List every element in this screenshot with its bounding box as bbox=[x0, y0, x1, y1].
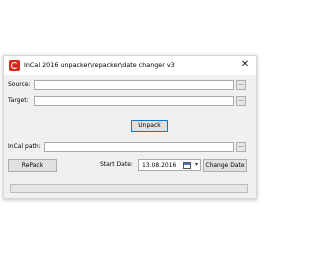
unpack-button[interactable]: Unpack bbox=[131, 120, 168, 132]
incal-path-label: InCal path: bbox=[8, 143, 41, 150]
window-title: InCal 2016 unpacker\repacker\date change… bbox=[24, 61, 175, 69]
source-input[interactable] bbox=[34, 80, 234, 90]
chevron-down-icon[interactable]: ▾ bbox=[195, 161, 198, 168]
incal-path-browse-button[interactable]: ... bbox=[236, 142, 246, 152]
progress-bar bbox=[10, 184, 248, 193]
calendar-icon bbox=[183, 162, 191, 169]
target-input[interactable] bbox=[34, 96, 234, 106]
source-label: Source: bbox=[8, 81, 31, 88]
start-date-picker[interactable]: 13.08.2016 ▾ bbox=[138, 159, 201, 171]
title-bar: InCal 2016 unpacker\repacker\date change… bbox=[4, 56, 256, 75]
incal-app-icon bbox=[9, 60, 20, 71]
close-icon[interactable]: ✕ bbox=[238, 58, 252, 72]
change-date-button[interactable]: Change Date bbox=[203, 159, 247, 172]
target-browse-button[interactable]: ... bbox=[236, 96, 246, 106]
repack-button[interactable]: RePack bbox=[8, 159, 57, 172]
incal-path-input[interactable] bbox=[44, 142, 234, 152]
source-browse-button[interactable]: ... bbox=[236, 80, 246, 90]
start-date-label: Start Date: bbox=[100, 161, 133, 168]
app-window: InCal 2016 unpacker\repacker\date change… bbox=[3, 55, 257, 199]
target-label: Target: bbox=[8, 97, 29, 104]
start-date-value: 13.08.2016 bbox=[142, 162, 177, 169]
